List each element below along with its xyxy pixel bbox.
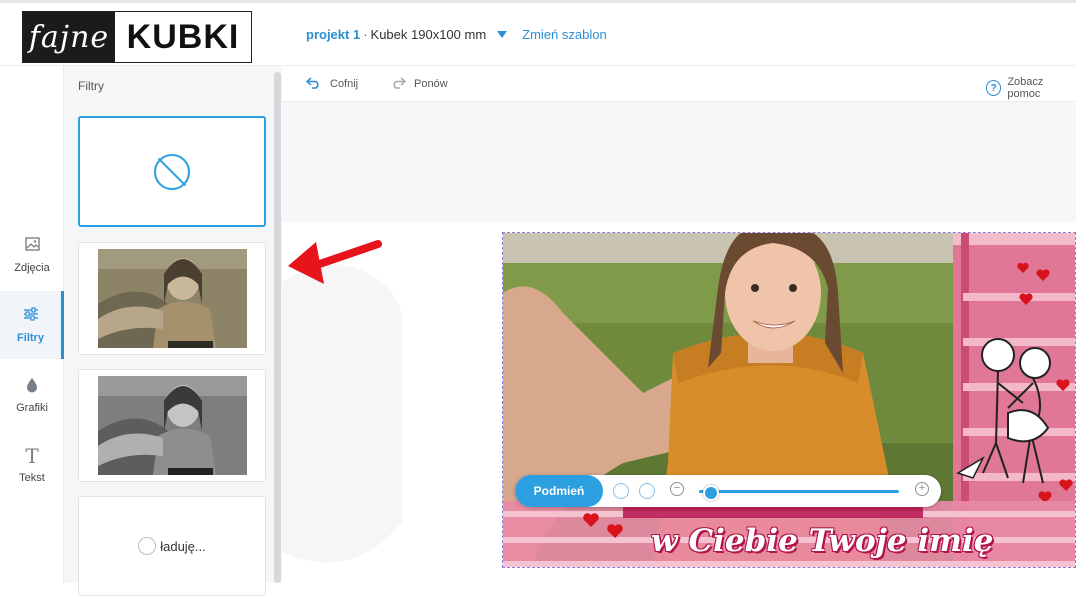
annotation-arrow-icon [288,240,382,284]
image-icon [24,236,40,255]
help-label: Zobacz pomoc [1007,76,1044,100]
sidebar-item-filters[interactable]: Filtry [0,291,64,359]
text-icon: T [25,443,39,468]
zoom-slider-handle[interactable] [703,485,719,501]
filter-none-tile[interactable] [78,116,266,227]
logo-script: fajne [23,12,115,62]
sliders-icon [23,306,39,325]
logo-wordmark: KUBKI [115,12,251,62]
project-selector[interactable]: projekt 1 · Kubek 190x100 mm Zmień szabl… [306,27,607,42]
sidebar-item-graphics[interactable]: Grafiki [0,361,64,429]
filter-sepia-tile[interactable] [78,242,266,355]
chevron-down-icon[interactable] [497,31,508,38]
project-name: projekt 1 [306,27,361,42]
panel-title: Filtry [78,79,104,93]
filter-loading-tile[interactable]: ładuję... [78,496,266,596]
filter-thumbnail-sepia [98,249,247,348]
undo-label: Cofnij [330,78,359,90]
design-text[interactable]: w Ciebie Twoje imię [651,523,993,559]
rotate-right-icon[interactable] [639,483,655,499]
logo[interactable]: fajne KUBKI [22,11,252,63]
replace-button[interactable]: Podmień [515,475,603,507]
left-nav: Zdjęcia Filtry Grafiki T Tekst [0,66,64,583]
filters-panel: Filtry ładuję... [64,66,282,596]
sidebar-item-text[interactable]: T Tekst [0,431,64,499]
drop-icon [26,377,38,395]
mug-design-preview[interactable]: w Ciebie Twoje imię Podmień − + [502,232,1076,568]
undo-button[interactable]: Cofnij [305,77,359,91]
no-filter-icon [154,154,190,190]
sidebar-item-label: Filtry [17,331,44,344]
spinner-icon [138,537,157,555]
panel-scrollbar[interactable] [274,72,281,583]
redo-label: Ponów [414,78,448,90]
image-controls: Podmień − + [515,475,941,507]
undo-icon [305,77,322,91]
top-bar: fajne KUBKI projekt 1 · Kubek 190x100 mm… [0,0,1076,66]
sidebar-item-label: Tekst [19,471,45,484]
sidebar-item-label: Zdjęcia [14,261,50,274]
sidebar-item-label: Grafiki [16,401,48,414]
filter-grayscale-tile[interactable] [78,369,266,482]
sidebar-item-photos[interactable]: Zdjęcia [0,221,64,289]
filter-thumbnail-grayscale [98,376,247,475]
help-link[interactable]: ? Zobacz pomoc [986,76,1076,100]
product-name: Kubek 190x100 mm [370,27,487,42]
rotate-left-icon[interactable] [613,483,629,499]
zoom-in-icon[interactable]: + [915,482,929,496]
editor-toolbar: Cofnij Ponów ? Zobacz pomoc [282,66,1076,102]
loading-indicator: ładuję... [79,497,265,595]
zoom-out-icon[interactable]: − [670,482,684,496]
help-icon: ? [986,80,1002,96]
redo-button[interactable]: Ponów [390,77,448,91]
change-template-link[interactable]: Zmień szablon [522,27,607,42]
loading-label: ładuję... [160,538,206,554]
separator: · [363,27,368,42]
redo-icon [390,77,407,91]
zoom-slider-track[interactable] [699,490,899,493]
